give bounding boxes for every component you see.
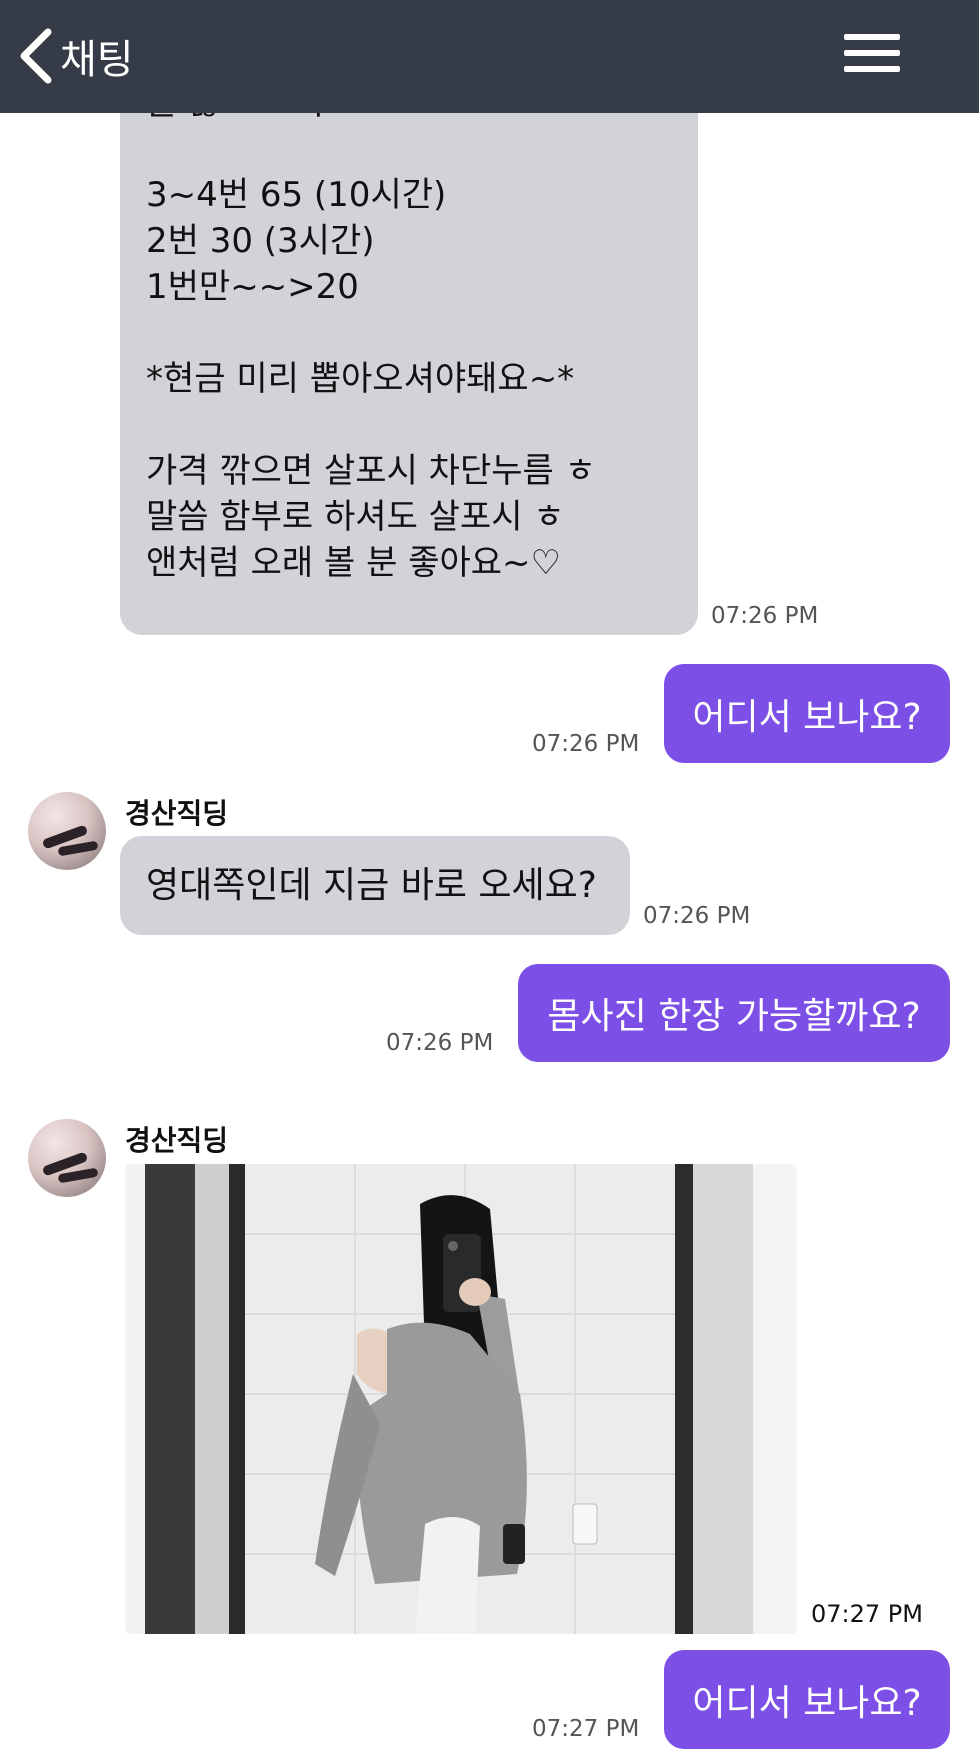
message-text: 영대쪽인데 지금 바로 오세요? [146, 864, 597, 906]
chevron-left-icon [18, 28, 54, 84]
menu-icon[interactable] [844, 30, 904, 74]
message-timestamp: 07:26 PM [386, 1030, 494, 1056]
message-timestamp: 07:26 PM [711, 603, 819, 629]
message-line: 말씀 함부로 하셔도 살포시 ㅎ [146, 497, 565, 537]
message-timestamp: 07:26 PM [643, 903, 751, 929]
sender-name: 경산직딩 [125, 1124, 229, 1157]
avatar[interactable] [28, 1119, 106, 1197]
app-header: 채팅 [0, 0, 979, 113]
message-line: 3~4번 65 (10시간) [146, 175, 447, 215]
message-timestamp: 07:27 PM [811, 1600, 923, 1628]
photo-message[interactable] [125, 1164, 797, 1634]
message-line: 2번 30 (3시간) [146, 221, 375, 261]
incoming-message-bubble: 영대쪽인데 지금 바로 오세요? [120, 836, 630, 935]
outgoing-message-bubble: 어디서 보나요? [664, 1650, 950, 1749]
message-line: 1번만~~>20 [146, 267, 359, 307]
message-timestamp: 07:27 PM [532, 1716, 640, 1742]
message-line: *현금 미리 뽑아오셔야돼요~* [146, 359, 575, 399]
back-button[interactable]: 채팅 [18, 26, 134, 86]
sender-name: 경산직딩 [125, 797, 229, 830]
message-line: 앤처럼 오래 볼 분 좋아요~♡ [146, 543, 561, 583]
back-label: 채팅 [60, 37, 134, 83]
message-timestamp: 07:26 PM [532, 731, 640, 757]
outgoing-message-bubble: 몸사진 한장 가능할까요? [518, 964, 950, 1062]
message-line: 가격 깎으면 살포시 차단누름 ㅎ [146, 451, 596, 491]
avatar[interactable] [28, 792, 106, 870]
outgoing-message-bubble: 어디서 보나요? [664, 664, 950, 763]
incoming-message-bubble: 물 많고 쪼여요 3~4번 65 (10시간) 2번 30 (3시간) 1번만~… [120, 80, 698, 635]
